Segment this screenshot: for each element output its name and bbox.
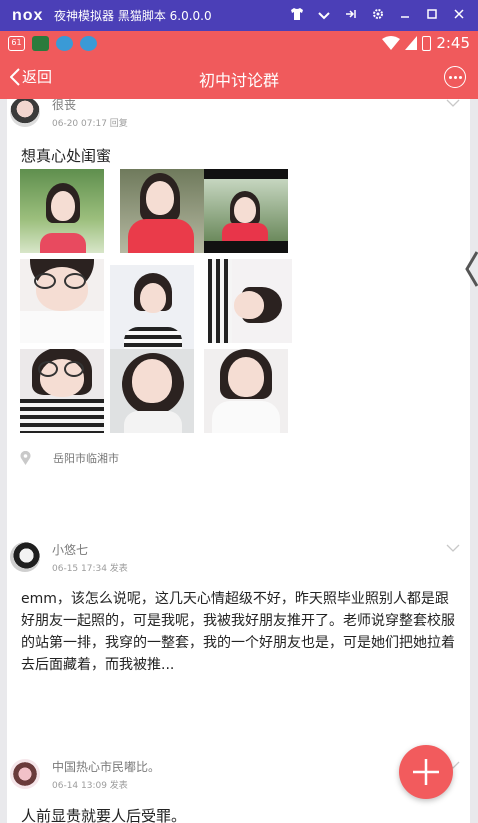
shirt-icon[interactable]: [283, 8, 310, 23]
photo-thumbnail[interactable]: [110, 265, 194, 349]
chevron-left-icon[interactable]: [464, 250, 478, 288]
sync-app-icon: [80, 35, 97, 51]
app-header: 返回 初中讨论群: [0, 55, 478, 99]
battery-icon: [422, 35, 432, 51]
post-text: emm，该怎么说呢，这几天心情超级不好，昨天照毕业照别人都是跟好朋友一起照的，可…: [21, 591, 455, 673]
photo-thumbnail[interactable]: [204, 349, 288, 433]
new-post-button[interactable]: [399, 745, 453, 799]
post-author[interactable]: 小悠七: [52, 541, 88, 558]
chevron-down-icon[interactable]: [446, 544, 460, 552]
location-pin-icon: [20, 451, 31, 465]
emulator-logo: nox: [12, 6, 44, 24]
emulator-title-bar: nox 夜神模拟器 黑猫脚本 6.0.0.0: [0, 0, 478, 31]
post-author[interactable]: 很丧: [52, 99, 76, 113]
pin-icon[interactable]: [337, 8, 364, 23]
page-title: 初中讨论群: [198, 71, 279, 90]
plus-icon: [413, 759, 439, 785]
photo-thumbnail[interactable]: [20, 169, 104, 253]
status-time: 2:45: [436, 34, 470, 52]
minimize-icon[interactable]: [391, 8, 418, 23]
post-card[interactable]: 中国热心市民嘟比。 06-14 13:09 发表 人前显贵就要人后受罪。: [7, 747, 470, 823]
wifi-icon: [382, 36, 401, 50]
photo-thumbnail[interactable]: [120, 169, 204, 253]
maximize-icon[interactable]: [418, 8, 445, 23]
post-author[interactable]: 中国热心市民嘟比。: [52, 758, 160, 775]
photo-thumbnail[interactable]: [110, 349, 194, 433]
photo-thumbnail[interactable]: [204, 169, 288, 253]
emulator-title: 夜神模拟器 黑猫脚本 6.0.0.0: [54, 9, 212, 23]
photo-grid: [20, 169, 292, 433]
browser-app-icon: [56, 35, 73, 51]
game-app-icon: [32, 35, 49, 51]
post-location[interactable]: 岳阳市临湘市: [20, 450, 119, 466]
avatar[interactable]: [10, 759, 40, 789]
avatar[interactable]: [10, 542, 40, 572]
avatar[interactable]: [10, 99, 40, 127]
post-meta: 06-20 07:17 回复: [52, 119, 128, 129]
post-text: 想真心处闺蜜: [21, 147, 112, 165]
gear-icon[interactable]: [364, 8, 391, 23]
post-feed[interactable]: 很丧 06-20 07:17 回复 想真心处闺蜜 岳阳市临湘市 小悠七 06-1…: [0, 99, 478, 823]
photo-thumbnail[interactable]: [20, 259, 104, 343]
signal-icon: [405, 36, 418, 50]
close-icon[interactable]: [445, 8, 472, 23]
post-text: 人前显贵就要人后受罪。: [21, 807, 187, 823]
notification-badge-icon: 61: [8, 35, 25, 51]
post-meta: 06-15 17:34 发表: [52, 564, 128, 574]
more-options-icon[interactable]: [444, 66, 466, 88]
chevron-down-icon[interactable]: [310, 9, 337, 23]
android-status-bar: 61 2:45: [0, 31, 478, 55]
post-meta: 06-14 13:09 发表: [52, 781, 128, 791]
chevron-down-icon[interactable]: [446, 99, 460, 107]
photo-thumbnail[interactable]: [20, 349, 104, 433]
location-label: 岳阳市临湘市: [53, 452, 119, 465]
photo-thumbnail[interactable]: [208, 259, 292, 343]
